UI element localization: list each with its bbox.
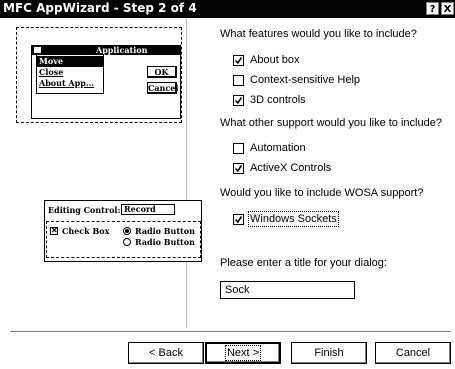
support-question: What other support would you like to inc… bbox=[220, 117, 442, 129]
finish-button[interactable]: Finish bbox=[291, 342, 367, 364]
illustration-radio-off-icon bbox=[123, 238, 131, 246]
windows-sockets-label[interactable]: Windows Sockets bbox=[248, 211, 339, 227]
illustration-menu-item: About App... bbox=[39, 78, 95, 88]
checkmark-icon bbox=[235, 165, 242, 172]
back-button[interactable]: < Back bbox=[128, 342, 204, 364]
illustration-editing-label: Editing Control: bbox=[48, 205, 121, 215]
about-box-label[interactable]: About box bbox=[250, 54, 300, 66]
dialog-title-input[interactable]: Sock bbox=[220, 281, 355, 299]
checkmark-icon bbox=[235, 216, 242, 223]
activex-controls-checkbox[interactable] bbox=[233, 163, 244, 174]
wosa-question: Would you like to include WOSA support? bbox=[220, 187, 424, 199]
illustration-checkbox-icon: ✕ bbox=[50, 226, 58, 235]
back-button-label: < Back bbox=[149, 347, 183, 359]
automation-checkbox[interactable] bbox=[233, 143, 244, 154]
system-menu-icon bbox=[34, 47, 41, 53]
button-separator-highlight bbox=[10, 332, 451, 333]
panel-divider bbox=[186, 18, 187, 328]
illustration-cancel-button: Cancel bbox=[147, 82, 179, 94]
close-button[interactable]: X bbox=[441, 2, 454, 15]
checkmark-icon bbox=[235, 97, 242, 104]
dialog-title-prompt: Please enter a title for your dialog: bbox=[220, 257, 387, 269]
windows-sockets-checkbox[interactable] bbox=[233, 214, 244, 225]
3d-controls-checkbox[interactable] bbox=[233, 95, 244, 106]
wizard-window: MFC AppWizard - Step 2 of 4 ? X Applicat… bbox=[0, 0, 455, 369]
3d-controls-label[interactable]: 3D controls bbox=[250, 94, 306, 106]
about-box-checkbox[interactable] bbox=[233, 55, 244, 66]
help-button[interactable]: ? bbox=[426, 2, 439, 15]
illustration-menu-item: Move bbox=[37, 56, 103, 67]
next-button[interactable]: Next > bbox=[205, 342, 281, 364]
finish-button-label: Finish bbox=[314, 347, 344, 359]
illustration-checkbox-label: Check Box bbox=[62, 226, 110, 236]
features-question: What features would you like to include? bbox=[220, 28, 417, 40]
automation-label[interactable]: Automation bbox=[250, 142, 306, 154]
illustration-radio-label: Radio Button bbox=[135, 237, 195, 247]
activex-controls-label[interactable]: ActiveX Controls bbox=[250, 162, 331, 174]
illustration-radio-on-icon bbox=[123, 227, 131, 235]
cancel-button[interactable]: Cancel bbox=[375, 342, 451, 364]
illustration-radio-label: Radio Button bbox=[135, 226, 195, 236]
context-help-checkbox[interactable] bbox=[233, 75, 244, 86]
next-button-label: Next > bbox=[224, 345, 262, 361]
illustration-editing-field: Record bbox=[121, 204, 175, 215]
cancel-button-label: Cancel bbox=[395, 347, 431, 359]
illustration-system-menu: Move Close About App... bbox=[36, 54, 104, 94]
checkmark-icon bbox=[235, 57, 242, 64]
illustration-menu-item: Close bbox=[39, 67, 64, 77]
window-title: MFC AppWizard - Step 2 of 4 bbox=[3, 1, 197, 15]
context-help-label[interactable]: Context-sensitive Help bbox=[250, 74, 360, 86]
illustration-ok-button: OK bbox=[147, 66, 177, 78]
title-bar: MFC AppWizard - Step 2 of 4 ? X bbox=[0, 0, 455, 18]
